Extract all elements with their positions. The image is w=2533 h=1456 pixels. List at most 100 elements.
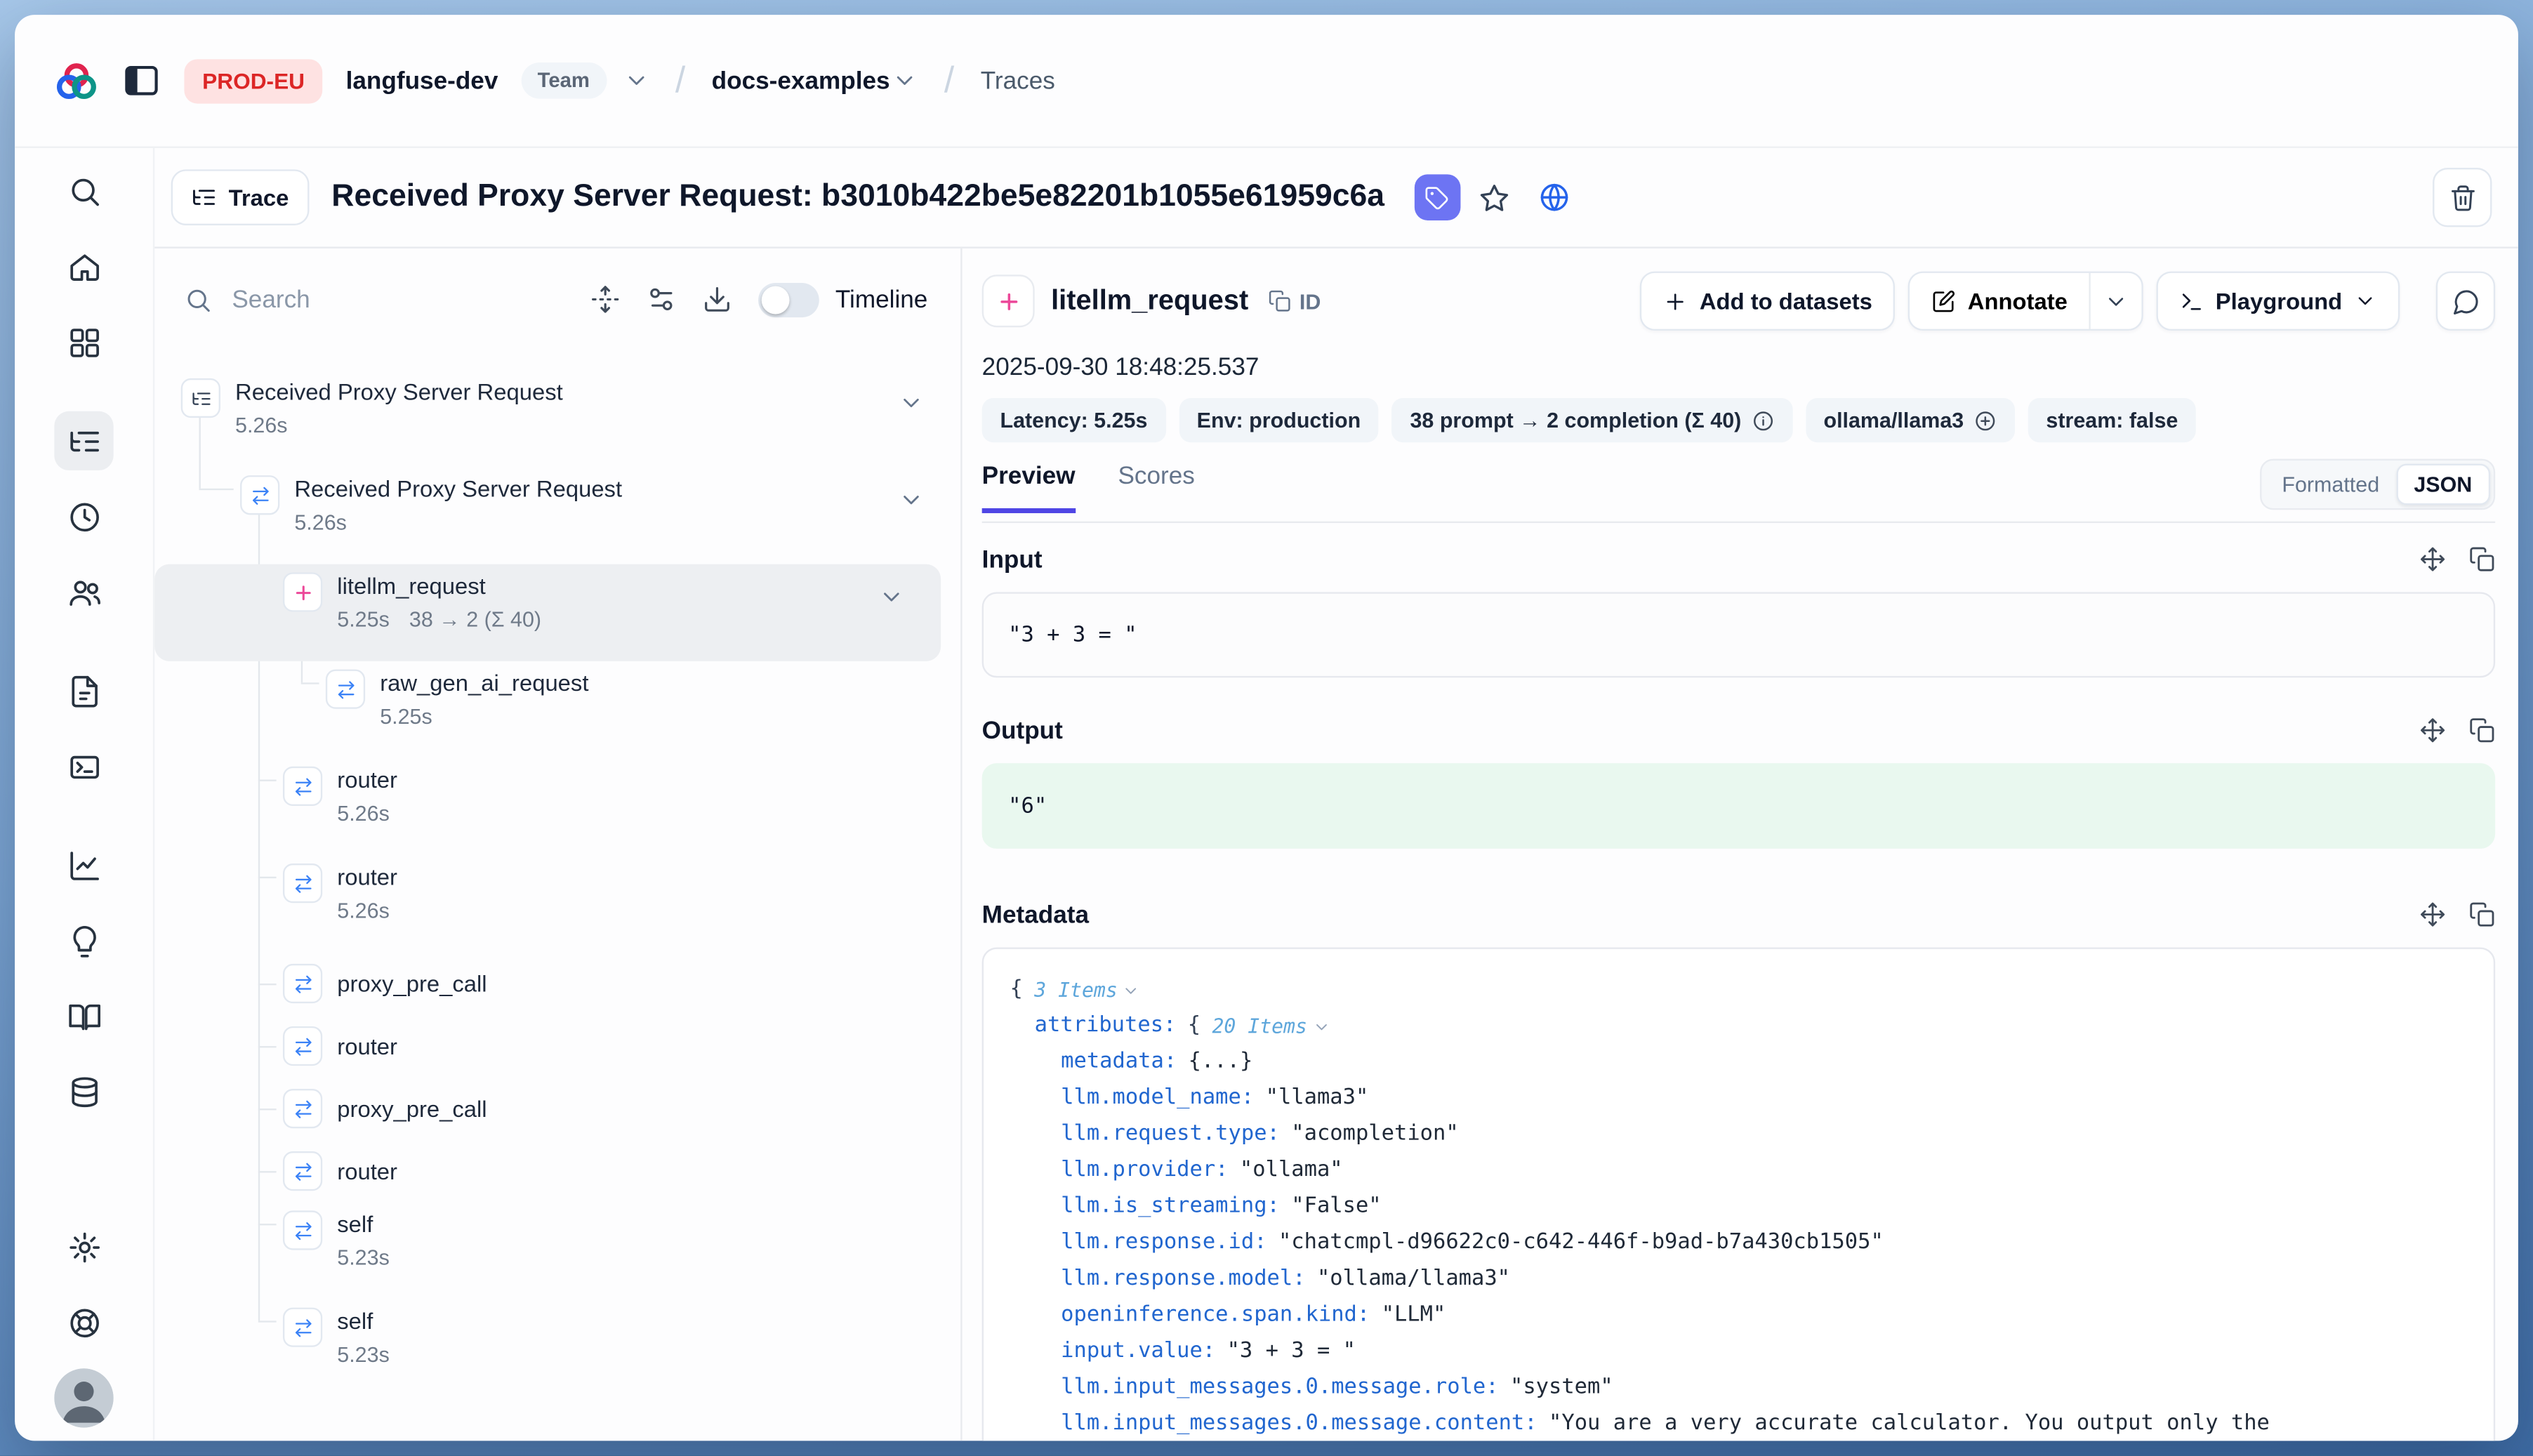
public-link-button[interactable] xyxy=(1529,173,1578,222)
rail-item-prompts[interactable] xyxy=(54,661,113,720)
json-line: llm.input_messages.0.message.content:"Yo… xyxy=(1010,1406,2468,1441)
copy-section-button[interactable] xyxy=(2469,901,2495,927)
tree-row-duration: 5.23s xyxy=(337,1342,390,1367)
detail-tabs: Preview Scores Formatted JSON xyxy=(982,462,2495,523)
rail-item-users[interactable] xyxy=(54,562,113,621)
trace-type-pill: Trace xyxy=(171,169,309,225)
expand-section-button[interactable] xyxy=(2419,546,2445,572)
rail-item-insights[interactable] xyxy=(54,911,113,970)
rail-item-support[interactable] xyxy=(54,1292,113,1351)
tree-list: Received Proxy Server Request 5.26s Rece… xyxy=(154,350,960,1441)
tree-row[interactable]: router xyxy=(154,1140,960,1203)
tree-row-name: router xyxy=(337,765,397,794)
delete-trace-button[interactable] xyxy=(2433,168,2492,227)
rail-item-playground[interactable] xyxy=(54,737,113,796)
tree-row[interactable]: Received Proxy Server Request 5.26s xyxy=(154,467,960,564)
timeline-toggle[interactable] xyxy=(758,282,819,317)
format-toggle-formatted[interactable]: Formatted xyxy=(2266,465,2396,503)
org-name[interactable]: langfuse-dev xyxy=(346,67,498,95)
expand-all-button[interactable] xyxy=(590,284,620,314)
org-switcher-chevron-icon[interactable] xyxy=(623,67,649,93)
expand-section-button[interactable] xyxy=(2419,717,2445,743)
annotate-dropdown-chevron[interactable] xyxy=(2089,273,2141,329)
format-toggle-json[interactable]: JSON xyxy=(2396,464,2490,505)
playground-button[interactable]: Playground xyxy=(2156,272,2400,331)
project-switcher[interactable]: docs-examples xyxy=(712,67,918,95)
tree-settings-button[interactable] xyxy=(646,284,675,314)
rail-item-sessions[interactable] xyxy=(54,487,113,545)
annotate-button[interactable]: Annotate xyxy=(1910,273,2089,329)
comments-button[interactable] xyxy=(2436,272,2495,331)
tab-scores[interactable]: Scores xyxy=(1118,462,1194,513)
rail-item-datasets[interactable] xyxy=(54,987,113,1046)
rail-item-database[interactable] xyxy=(54,1062,113,1121)
breadcrumb-separator: / xyxy=(944,59,954,102)
chevron-down-icon[interactable] xyxy=(898,390,924,424)
json-line[interactable]: { 3 Items xyxy=(1010,972,2468,1009)
rail-item-settings[interactable] xyxy=(54,1217,113,1276)
tree-row[interactable]: self 5.23s xyxy=(154,1299,960,1396)
token-usage-badge[interactable]: 38 prompt → 2 completion (Σ 40) xyxy=(1392,398,1792,442)
copy-section-button[interactable] xyxy=(2469,546,2495,572)
annotate-split-button: Annotate xyxy=(1908,272,2143,331)
rail-item-tracing[interactable] xyxy=(54,411,113,470)
tree-row[interactable]: Received Proxy Server Request 5.26s xyxy=(154,370,960,467)
app-window: PROD-EU langfuse-dev Team / docs-example… xyxy=(15,15,2518,1441)
plus-icon xyxy=(1663,289,1688,313)
tree-row[interactable]: router xyxy=(154,1015,960,1078)
breadcrumb-section[interactable]: Traces xyxy=(981,67,1055,95)
generation-icon xyxy=(283,572,322,611)
tree-row[interactable]: self 5.23s xyxy=(154,1203,960,1299)
model-badge[interactable]: ollama/llama3 xyxy=(1806,398,2015,442)
chevron-down-icon xyxy=(2103,289,2128,313)
tree-row-name: proxy_pre_call xyxy=(337,1094,487,1123)
download-button[interactable] xyxy=(702,284,732,314)
tree-row-duration: 5.26s xyxy=(235,413,288,437)
sidebar-toggle-button[interactable] xyxy=(121,61,161,100)
expand-section-button[interactable] xyxy=(2419,901,2445,927)
detail-scroll-area[interactable]: Input "3 + 3 = " Output xyxy=(982,523,2495,1441)
org-type-badge: Team xyxy=(521,62,606,99)
tag-button[interactable] xyxy=(1414,174,1460,220)
top-navigation-bar: PROD-EU langfuse-dev Team / docs-example… xyxy=(15,15,2518,148)
tab-preview[interactable]: Preview xyxy=(982,462,1076,513)
output-value: "6" xyxy=(982,763,2495,849)
tree-row-duration: 5.26s xyxy=(337,801,390,826)
json-line: llm.response.id:"chatcmpl-d96622c0-c642-… xyxy=(1010,1225,2468,1262)
span-icon xyxy=(283,1210,322,1250)
span-icon xyxy=(326,670,365,709)
sliders-icon xyxy=(646,284,675,314)
copy-section-button[interactable] xyxy=(2469,717,2495,743)
tree-row-selected[interactable]: litellm_request 5.25s38 → 2 (Σ 40) xyxy=(154,564,941,661)
rail-item-dashboards[interactable] xyxy=(54,312,113,371)
pencil-icon xyxy=(1931,289,1956,313)
span-icon xyxy=(283,863,322,903)
tree-row[interactable]: router 5.26s xyxy=(154,758,960,855)
rail-item-search[interactable] xyxy=(54,161,113,220)
tree-row-duration: 5.26s xyxy=(337,898,390,922)
tree-search-input[interactable] xyxy=(229,284,564,315)
tree-row[interactable]: router 5.26s xyxy=(154,855,960,952)
tree-row[interactable]: proxy_pre_call xyxy=(154,1078,960,1140)
info-icon xyxy=(1751,409,1774,432)
input-section-header: Input xyxy=(982,543,2495,576)
copy-id-button[interactable]: ID xyxy=(1268,289,1321,313)
rail-item-evaluations[interactable] xyxy=(54,835,113,894)
copy-icon xyxy=(1268,289,1291,312)
user-avatar[interactable] xyxy=(54,1368,113,1427)
json-line[interactable]: attributes: { 20 Items xyxy=(1010,1008,2468,1045)
tree-row[interactable]: proxy_pre_call xyxy=(154,953,960,1015)
tree-row[interactable]: raw_gen_ai_request 5.25s xyxy=(154,661,960,758)
chevron-down-icon[interactable] xyxy=(1312,1017,1330,1035)
format-toggle: Formatted JSON xyxy=(2261,459,2495,510)
metadata-json-viewer[interactable]: { 3 Items attributes: { 20 Items metadat… xyxy=(982,947,2495,1441)
chevron-down-icon[interactable] xyxy=(898,487,924,521)
add-to-datasets-button[interactable]: Add to datasets xyxy=(1641,272,1896,331)
env-badge: Env: production xyxy=(1179,398,1379,442)
chevron-down-icon[interactable] xyxy=(878,584,904,618)
list-tree-icon xyxy=(191,184,217,210)
rail-item-home[interactable] xyxy=(54,237,113,296)
chevron-down-icon[interactable] xyxy=(1123,981,1141,1000)
bookmark-star-button[interactable] xyxy=(1470,173,1519,222)
json-line[interactable]: metadata:{...} xyxy=(1010,1045,2468,1081)
